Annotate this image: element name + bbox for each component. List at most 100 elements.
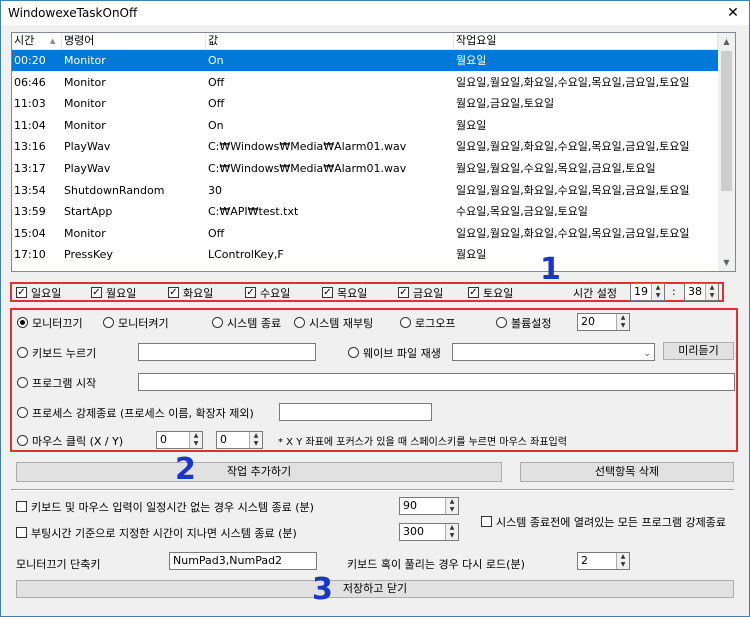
radio-kill-process[interactable] bbox=[17, 407, 28, 418]
boot-minutes-stepper[interactable]: 300 ▲ ▼ bbox=[399, 523, 459, 541]
preview-button[interactable]: 미리듣기 bbox=[663, 342, 734, 360]
chevron-down-icon[interactable]: ⌄ bbox=[643, 346, 651, 360]
divider bbox=[11, 489, 734, 491]
mouse-y-stepper[interactable]: 0 ▲ ▼ bbox=[216, 431, 263, 449]
column-header-days[interactable]: 작업요일 bbox=[454, 33, 718, 49]
table-row[interactable]: 00:20 Monitor On 월요일 bbox=[12, 50, 718, 71]
reload-label: 키보드 혹이 풀리는 경우 다시 로드(분) bbox=[347, 558, 525, 571]
scroll-up-icon[interactable]: ▲ bbox=[718, 33, 735, 50]
marker-2: 2 bbox=[175, 452, 196, 487]
radio-logoff[interactable] bbox=[400, 317, 411, 328]
sort-ascending-icon: ▲ bbox=[50, 37, 56, 45]
table-cell-days: 일요일,월요일,화요일,수요일,목요일,금요일,토요일 bbox=[456, 140, 690, 154]
boot-shutdown-checkbox[interactable] bbox=[16, 527, 27, 538]
table-cell-cmd: Monitor bbox=[64, 118, 106, 132]
table-cell-value: C:₩Windows₩Media₩Alarm01.wav bbox=[208, 140, 407, 154]
minute-stepper[interactable]: 38 ▲ ▼ bbox=[684, 283, 719, 301]
table-row[interactable]: 13:59 StartApp C:₩API₩test.txt 수요일,목요일,금요일,… bbox=[12, 201, 718, 222]
idle-minutes-value: 90 bbox=[403, 499, 417, 512]
idle-shutdown-checkbox[interactable] bbox=[16, 501, 27, 512]
table-cell-cmd bbox=[62, 266, 208, 271]
table-row[interactable]: 13:16 PlayWav C:₩Windows₩Media₩Alarm01.wav… bbox=[12, 136, 718, 157]
hour-stepper[interactable]: 19 ▲ ▼ bbox=[630, 283, 665, 301]
close-icon[interactable]: ✕ bbox=[721, 3, 745, 23]
kill-process-input[interactable] bbox=[279, 403, 432, 421]
column-header-command[interactable]: 명령어 bbox=[62, 33, 206, 49]
mouse-y-spin-icon[interactable]: ▲ ▼ bbox=[249, 432, 262, 448]
table-cell-cmd: Monitor bbox=[64, 75, 106, 89]
radio-wave[interactable] bbox=[348, 347, 359, 358]
radio-shutdown[interactable] bbox=[212, 317, 223, 328]
hour-spin-icon[interactable]: ▲ ▼ bbox=[651, 284, 664, 300]
reload-stepper[interactable]: 2 ▲ ▼ bbox=[577, 552, 630, 570]
day-checkbox-0[interactable]: ✓ bbox=[16, 287, 27, 298]
idle-spin-icon[interactable]: ▲ ▼ bbox=[445, 498, 458, 514]
program-input[interactable] bbox=[138, 373, 735, 391]
day-checkbox-5[interactable]: ✓ bbox=[398, 287, 409, 298]
hotkey-input[interactable]: NumPad3,NumPad2 bbox=[169, 552, 317, 570]
reboot-label: 시스템 재부팅 bbox=[309, 317, 374, 330]
add-task-button[interactable]: 작업 추가하기 bbox=[16, 462, 502, 482]
volume-spin-icon[interactable]: ▲ ▼ bbox=[616, 314, 629, 330]
radio-monitor-on[interactable] bbox=[103, 317, 114, 328]
volume-stepper[interactable]: 20 ▲ ▼ bbox=[577, 313, 630, 331]
day-label: 화요일 bbox=[183, 287, 214, 300]
vertical-scrollbar[interactable]: ▲ ▼ bbox=[718, 33, 735, 271]
boot-spin-icon[interactable]: ▲ ▼ bbox=[445, 524, 458, 540]
volume-value: 20 bbox=[581, 315, 595, 328]
radio-program[interactable] bbox=[17, 377, 28, 388]
table-row[interactable]: 13:54 ShutdownRandom 30 일요일,월요일,화요일,수요일,목요일… bbox=[12, 180, 718, 201]
day-label: 일요일 bbox=[31, 287, 62, 300]
day-label: 월요일 bbox=[106, 287, 137, 300]
table-cell-value: C:₩API₩test.txt bbox=[208, 205, 299, 219]
table-cell-time: 13:59 bbox=[14, 205, 46, 219]
task-list[interactable]: 시간 ▲ 명령어 값 작업요일 00:20 Monitor On 월요일 06:46 Mo… bbox=[11, 32, 736, 272]
table-row[interactable]: 17:10 PressKey LControlKey,F 월요일 bbox=[12, 244, 718, 265]
mouse-x-stepper[interactable]: 0 ▲ ▼ bbox=[156, 431, 203, 449]
table-cell-days: 월요일 bbox=[456, 248, 487, 262]
table-cell-time: 00:20 bbox=[14, 54, 46, 67]
table-row[interactable]: 13:17 PlayWav C:₩Windows₩Media₩Alarm01.wav… bbox=[12, 158, 718, 179]
table-row[interactable]: 15:04 Monitor Off 일요일,월요일,화요일,수요일,목요일,금요일,토… bbox=[12, 223, 718, 244]
table-row[interactable] bbox=[12, 266, 718, 271]
minute-spin-icon[interactable]: ▲ ▼ bbox=[705, 284, 718, 300]
table-cell-cmd: PlayWav bbox=[64, 162, 111, 175]
mouse-x-spin-icon[interactable]: ▲ ▼ bbox=[189, 432, 202, 448]
day-checkbox-1[interactable]: ✓ bbox=[91, 287, 102, 298]
radio-monitor-off[interactable] bbox=[17, 317, 28, 328]
column-header-time[interactable]: 시간 ▲ bbox=[12, 33, 62, 49]
title-bar: WindowexeTaskOnOff ✕ bbox=[0, 0, 750, 25]
column-header-value[interactable]: 값 bbox=[206, 33, 454, 49]
table-row[interactable]: 11:04 Monitor On 월요일 bbox=[12, 115, 718, 136]
radio-reboot[interactable] bbox=[294, 317, 305, 328]
day-checkbox-2[interactable]: ✓ bbox=[168, 287, 179, 298]
day-checkbox-4[interactable]: ✓ bbox=[322, 287, 333, 298]
table-row[interactable]: 06:46 Monitor Off 일요일,월요일,화요일,수요일,목요일,금요일,토… bbox=[12, 72, 718, 93]
table-row[interactable]: 11:03 Monitor Off 월요일,금요일,토요일 bbox=[12, 93, 718, 114]
scrollbar-thumb[interactable] bbox=[721, 51, 732, 191]
shutdown-label: 시스템 종료 bbox=[227, 317, 282, 330]
radio-mouse-click[interactable] bbox=[17, 435, 28, 446]
save-and-close-button[interactable]: 저장하고 닫기 bbox=[16, 580, 734, 598]
day-checkbox-6[interactable]: ✓ bbox=[468, 287, 479, 298]
force-close-checkbox[interactable] bbox=[481, 516, 492, 527]
time-setting-label: 시간 설정 bbox=[573, 287, 617, 300]
table-cell-days: 월요일 bbox=[456, 118, 487, 132]
day-checkbox-3[interactable]: ✓ bbox=[245, 287, 256, 298]
table-cell-time: 15:04 bbox=[14, 226, 46, 240]
day-label: 금요일 bbox=[413, 287, 444, 300]
scroll-down-icon[interactable]: ▼ bbox=[718, 254, 735, 271]
idle-shutdown-label: 키보드 및 마우스 입력이 일정시간 없는 경우 시스템 종료 (분) bbox=[31, 501, 314, 514]
table-cell-value: On bbox=[208, 118, 224, 132]
reload-spin-icon[interactable]: ▲ ▼ bbox=[616, 553, 629, 569]
delete-selected-button[interactable]: 선택항목 삭제 bbox=[520, 462, 734, 482]
idle-minutes-stepper[interactable]: 90 ▲ ▼ bbox=[399, 497, 459, 515]
radio-keyboard[interactable] bbox=[17, 347, 28, 358]
table-cell-days: 월요일,월요일,수요일,목요일,금요일,토요일 bbox=[456, 162, 656, 175]
table-cell-cmd: Monitor bbox=[64, 226, 106, 240]
wave-file-combo[interactable]: ⌄ bbox=[452, 343, 655, 361]
mouse-click-label: 마우스 클릭 (X / Y) bbox=[32, 435, 124, 448]
keyboard-input[interactable] bbox=[138, 343, 316, 361]
radio-volume[interactable] bbox=[496, 317, 507, 328]
hour-value: 19 bbox=[634, 285, 648, 298]
